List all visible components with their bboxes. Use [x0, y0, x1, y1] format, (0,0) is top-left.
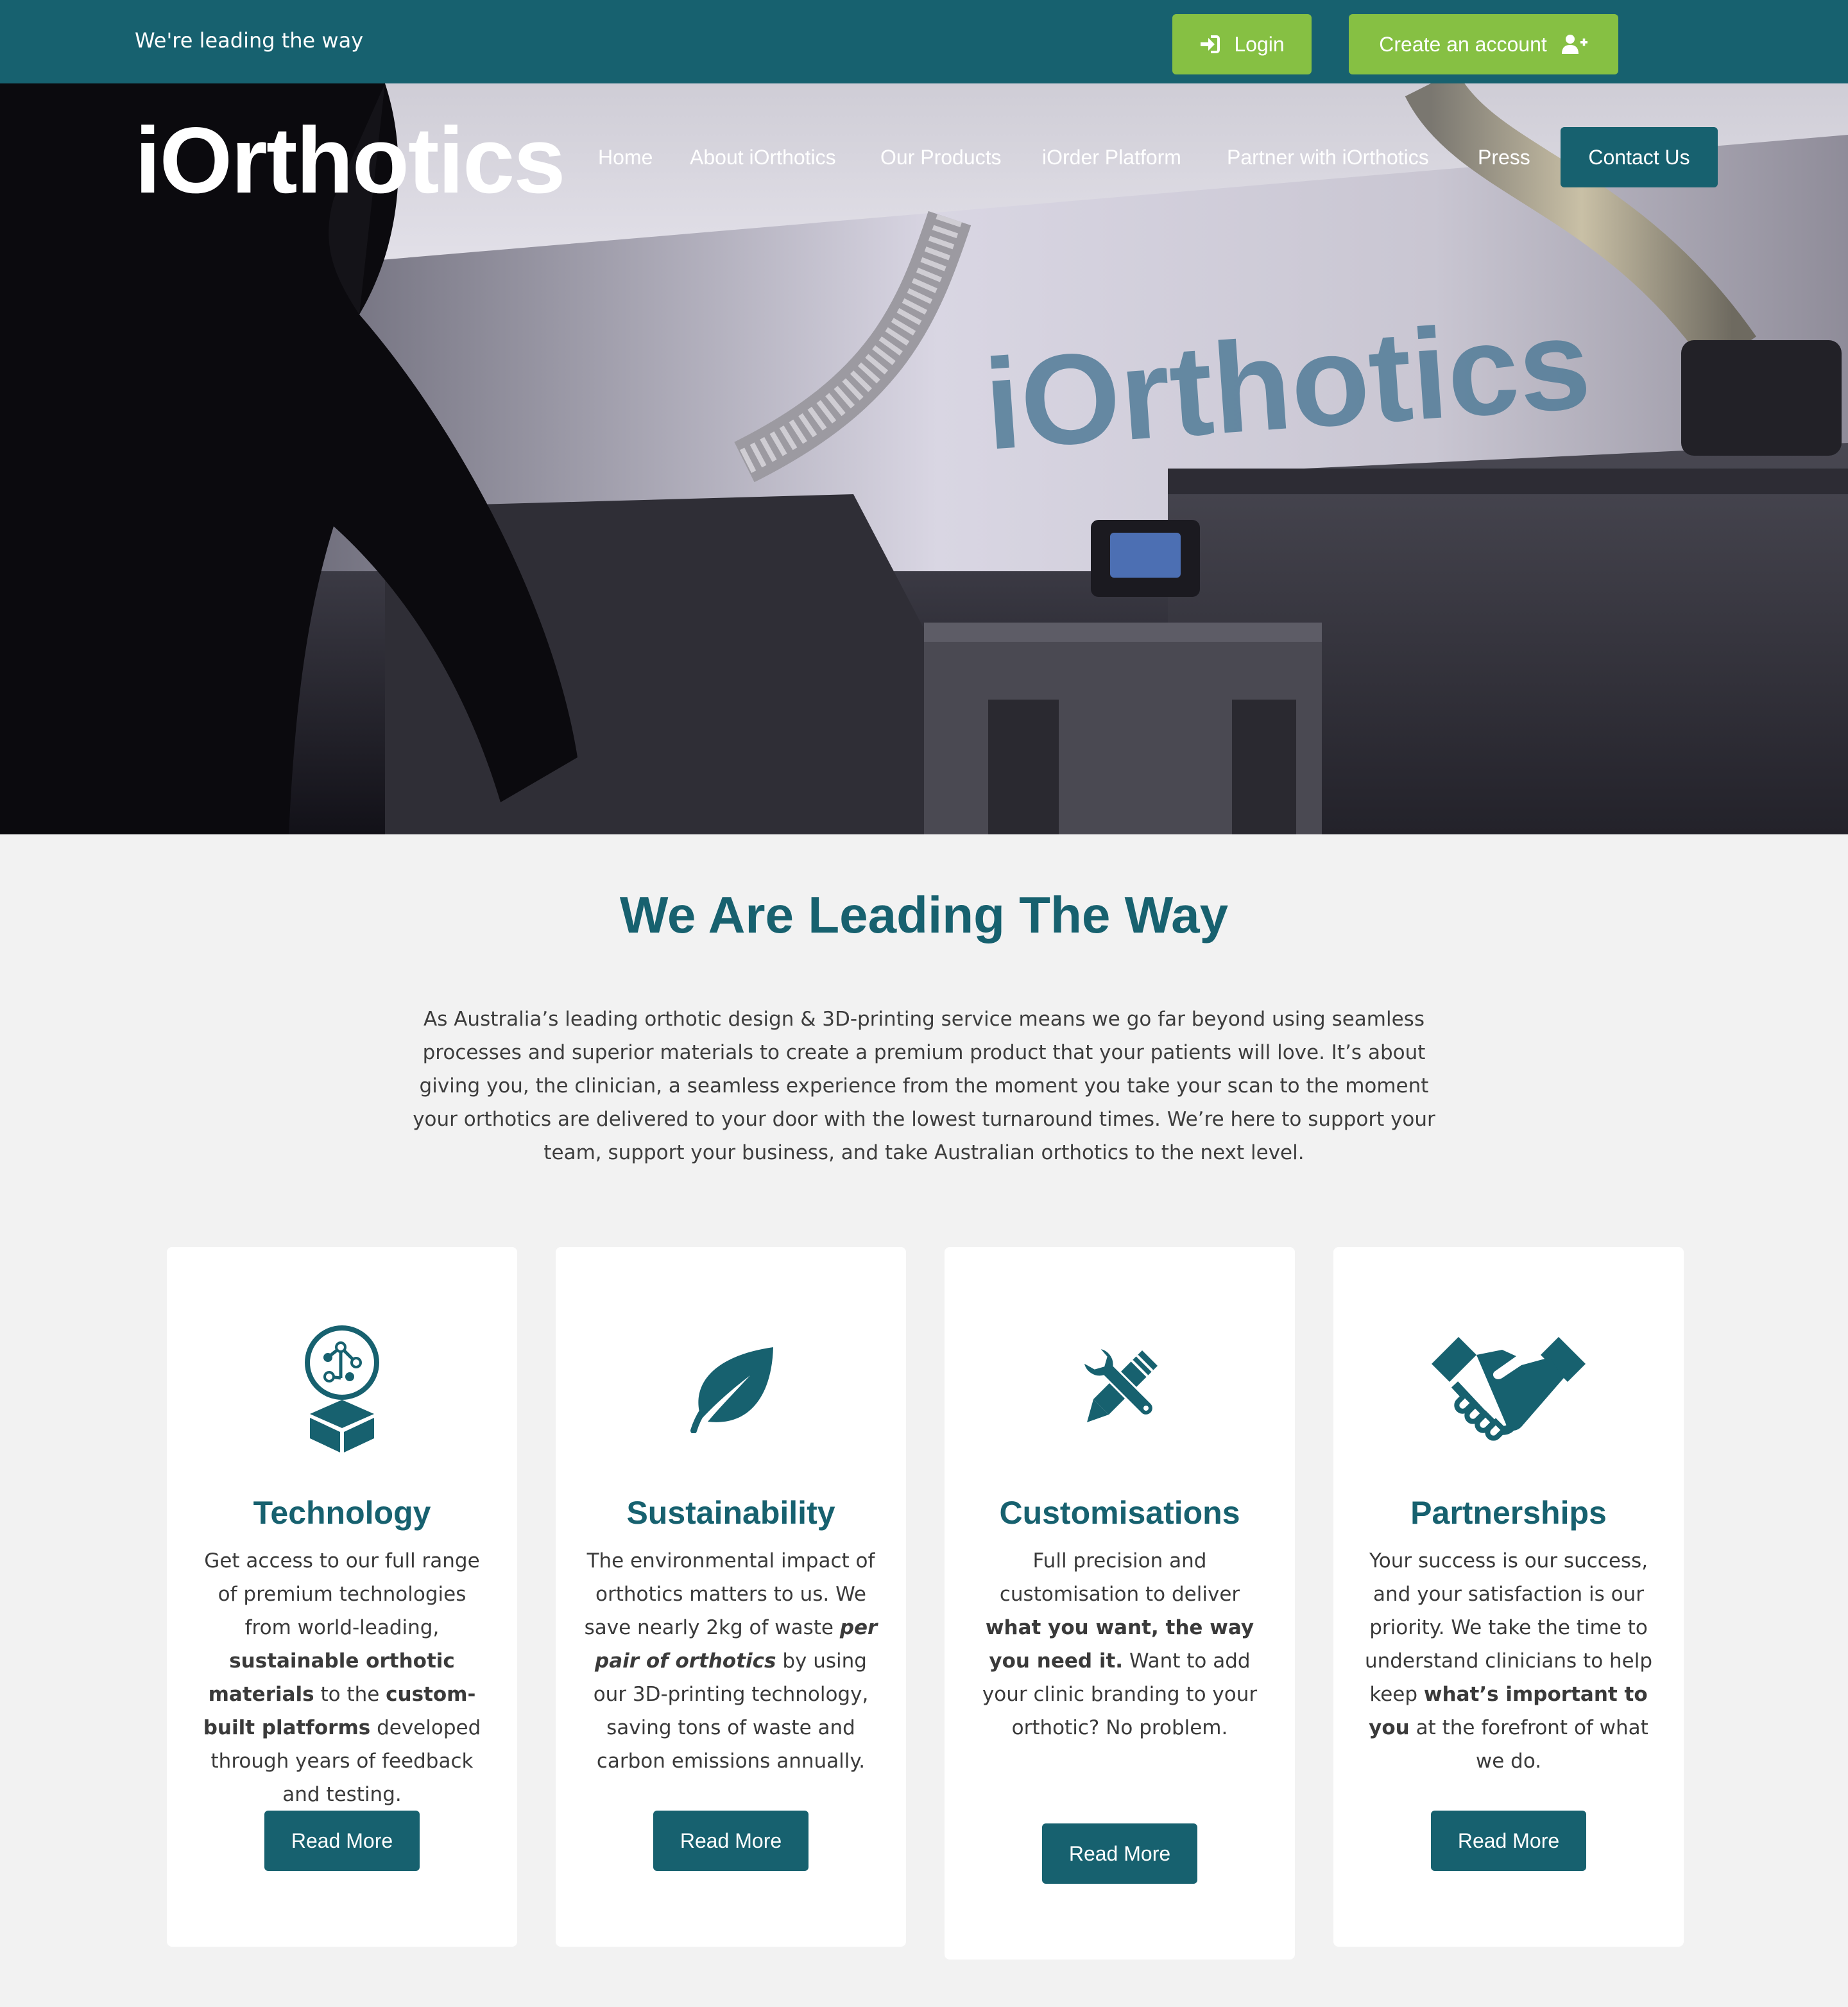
card-title: Customisations: [999, 1495, 1240, 1531]
leaf-icon: [690, 1347, 773, 1433]
nav-partner[interactable]: Partner with iOrthotics: [1227, 127, 1429, 187]
nav-home[interactable]: Home: [598, 127, 653, 187]
body-text: to the: [314, 1683, 386, 1706]
read-more-button[interactable]: Read More: [1042, 1823, 1197, 1884]
nav-press[interactable]: Press: [1478, 127, 1530, 187]
card-title: Partnerships: [1410, 1495, 1607, 1531]
card-title: Sustainability: [626, 1495, 835, 1531]
intro-text: As Australia’s leading orthotic design &…: [413, 1008, 1435, 1164]
create-account-button[interactable]: Create an account: [1349, 14, 1618, 74]
hero-banner: iOrthotics iOrthotics Home About iOrthot…: [0, 83, 1848, 834]
handshake-icon: [1432, 1337, 1586, 1441]
create-account-label: Create an account: [1379, 32, 1547, 56]
nav-contact-button[interactable]: Contact Us: [1561, 127, 1718, 187]
card-body: The environmental impact of orthotics ma…: [581, 1544, 880, 1778]
body-text: at the forefront of what we do.: [1409, 1716, 1648, 1773]
tagline: We're leading the way: [135, 28, 364, 53]
card-body: Get access to our full range of premium …: [193, 1544, 492, 1811]
card-body: Your success is our success, and your sa…: [1359, 1544, 1658, 1778]
technology-icon: [305, 1325, 379, 1452]
intro-title: We Are Leading The Way: [619, 886, 1229, 943]
nav-iorder-platform[interactable]: iOrder Platform: [1042, 127, 1181, 187]
card-partnerships: Partnerships Your success is our success…: [1333, 1247, 1684, 1947]
card-technology: Technology Get access to our full range …: [167, 1247, 517, 1947]
top-bar: We're leading the way Login Create an ac…: [0, 0, 1848, 83]
card-title: Technology: [253, 1495, 431, 1531]
logo[interactable]: iOrthotics: [135, 114, 566, 207]
login-label: Login: [1234, 32, 1285, 56]
logo-text: iOrthotics: [135, 108, 566, 212]
card-customisations: Customisations Full precision and custom…: [945, 1247, 1295, 1960]
read-more-button[interactable]: Read More: [1431, 1811, 1586, 1871]
nav-about[interactable]: About iOrthotics: [690, 127, 836, 187]
card-sustainability: Sustainability The environmental impact …: [556, 1247, 906, 1947]
card-body: Full precision and customisation to deli…: [970, 1544, 1269, 1744]
login-button[interactable]: Login: [1172, 14, 1312, 74]
tools-icon: [1082, 1347, 1158, 1422]
read-more-button[interactable]: Read More: [653, 1811, 809, 1871]
read-more-button[interactable]: Read More: [264, 1811, 420, 1871]
nav-our-products[interactable]: Our Products: [880, 127, 1002, 187]
body-text: Get access to our full range of premium …: [204, 1549, 480, 1639]
body-text: Full precision and customisation to deli…: [999, 1549, 1240, 1606]
add-user-icon: [1561, 34, 1588, 55]
body-text: The environmental impact of orthotics ma…: [584, 1549, 875, 1639]
login-icon: [1199, 35, 1220, 53]
